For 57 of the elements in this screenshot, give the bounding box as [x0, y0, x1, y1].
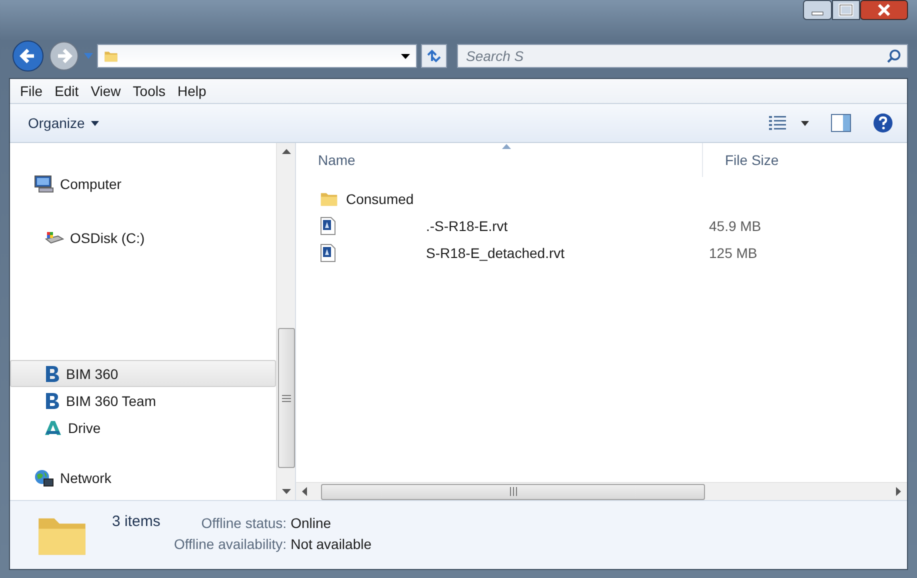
- sort-arrow-icon: [502, 144, 511, 149]
- horizontal-scrollbar[interactable]: [296, 482, 907, 500]
- menu-item[interactable]: Help: [171, 83, 212, 99]
- column-header[interactable]: Name: [296, 152, 356, 168]
- scroll-down-icon[interactable]: [282, 489, 290, 494]
- maximize-button[interactable]: [832, 0, 860, 20]
- a-logo-icon: [44, 420, 62, 436]
- sidebar-item[interactable]: OSDisk (C:): [10, 224, 276, 251]
- grip-icon: [510, 487, 516, 496]
- minimize-button[interactable]: [803, 0, 832, 20]
- menu-item[interactable]: Edit: [48, 83, 85, 99]
- refresh-button[interactable]: [421, 44, 447, 68]
- organize-button[interactable]: Organize: [22, 112, 105, 134]
- item-count: 3 items: [112, 513, 162, 530]
- vertical-scrollbar[interactable]: [276, 143, 295, 500]
- globe-icon: [34, 468, 54, 486]
- dropdown-arrow-icon[interactable]: [401, 54, 410, 58]
- sidebar-item[interactable]: BIM 360: [10, 360, 276, 387]
- scroll-up-icon[interactable]: [282, 149, 290, 154]
- column-header[interactable]: File Size: [703, 152, 779, 168]
- menu-item[interactable]: Tools: [126, 83, 172, 99]
- file-name[interactable]: .-S-R18-E.rvt: [426, 218, 508, 234]
- status-value: Not available: [290, 536, 372, 552]
- search-field[interactable]: Search S: [457, 44, 908, 68]
- document-icon: [320, 216, 336, 234]
- scroll-right-icon[interactable]: [896, 487, 901, 496]
- caret-icon: [90, 120, 99, 126]
- document-icon: [320, 244, 336, 262]
- help-icon[interactable]: [873, 113, 893, 133]
- folder-name[interactable]: Consumed: [346, 190, 414, 206]
- file-name[interactable]: S-R18-E_detached.rvt: [426, 244, 565, 260]
- b-logo-icon: [44, 364, 60, 382]
- status-value: Online: [290, 515, 332, 531]
- preview-pane-icon[interactable]: [831, 114, 851, 132]
- status-label: Offline availability:: [174, 536, 287, 552]
- file-size: 45.9 MB: [708, 218, 762, 234]
- sidebar-item[interactable]: BIM 360 Team: [10, 387, 276, 414]
- drive-icon: [44, 230, 64, 246]
- b-logo-icon: [44, 392, 60, 410]
- menu-item[interactable]: View: [84, 83, 127, 99]
- folder-icon: [320, 190, 338, 207]
- view-options-icon[interactable]: [769, 116, 809, 130]
- menu-item[interactable]: File: [14, 83, 49, 99]
- forward-button[interactable]: [48, 40, 80, 72]
- scroll-left-icon[interactable]: [302, 487, 307, 496]
- computer-icon: [34, 174, 54, 192]
- back-button[interactable]: [12, 40, 44, 72]
- grip-icon: [282, 394, 290, 402]
- sidebar-item[interactable]: Drive: [10, 414, 276, 441]
- sidebar-item[interactable]: Network: [10, 464, 276, 491]
- sidebar-item[interactable]: Computer: [10, 170, 276, 197]
- close-button[interactable]: [860, 0, 908, 20]
- status-label: Offline status:: [200, 515, 287, 531]
- search-icon: [887, 49, 901, 63]
- search-input[interactable]: Search S: [464, 47, 768, 65]
- file-size: 125 MB: [708, 244, 758, 260]
- refresh-icon: [426, 49, 442, 63]
